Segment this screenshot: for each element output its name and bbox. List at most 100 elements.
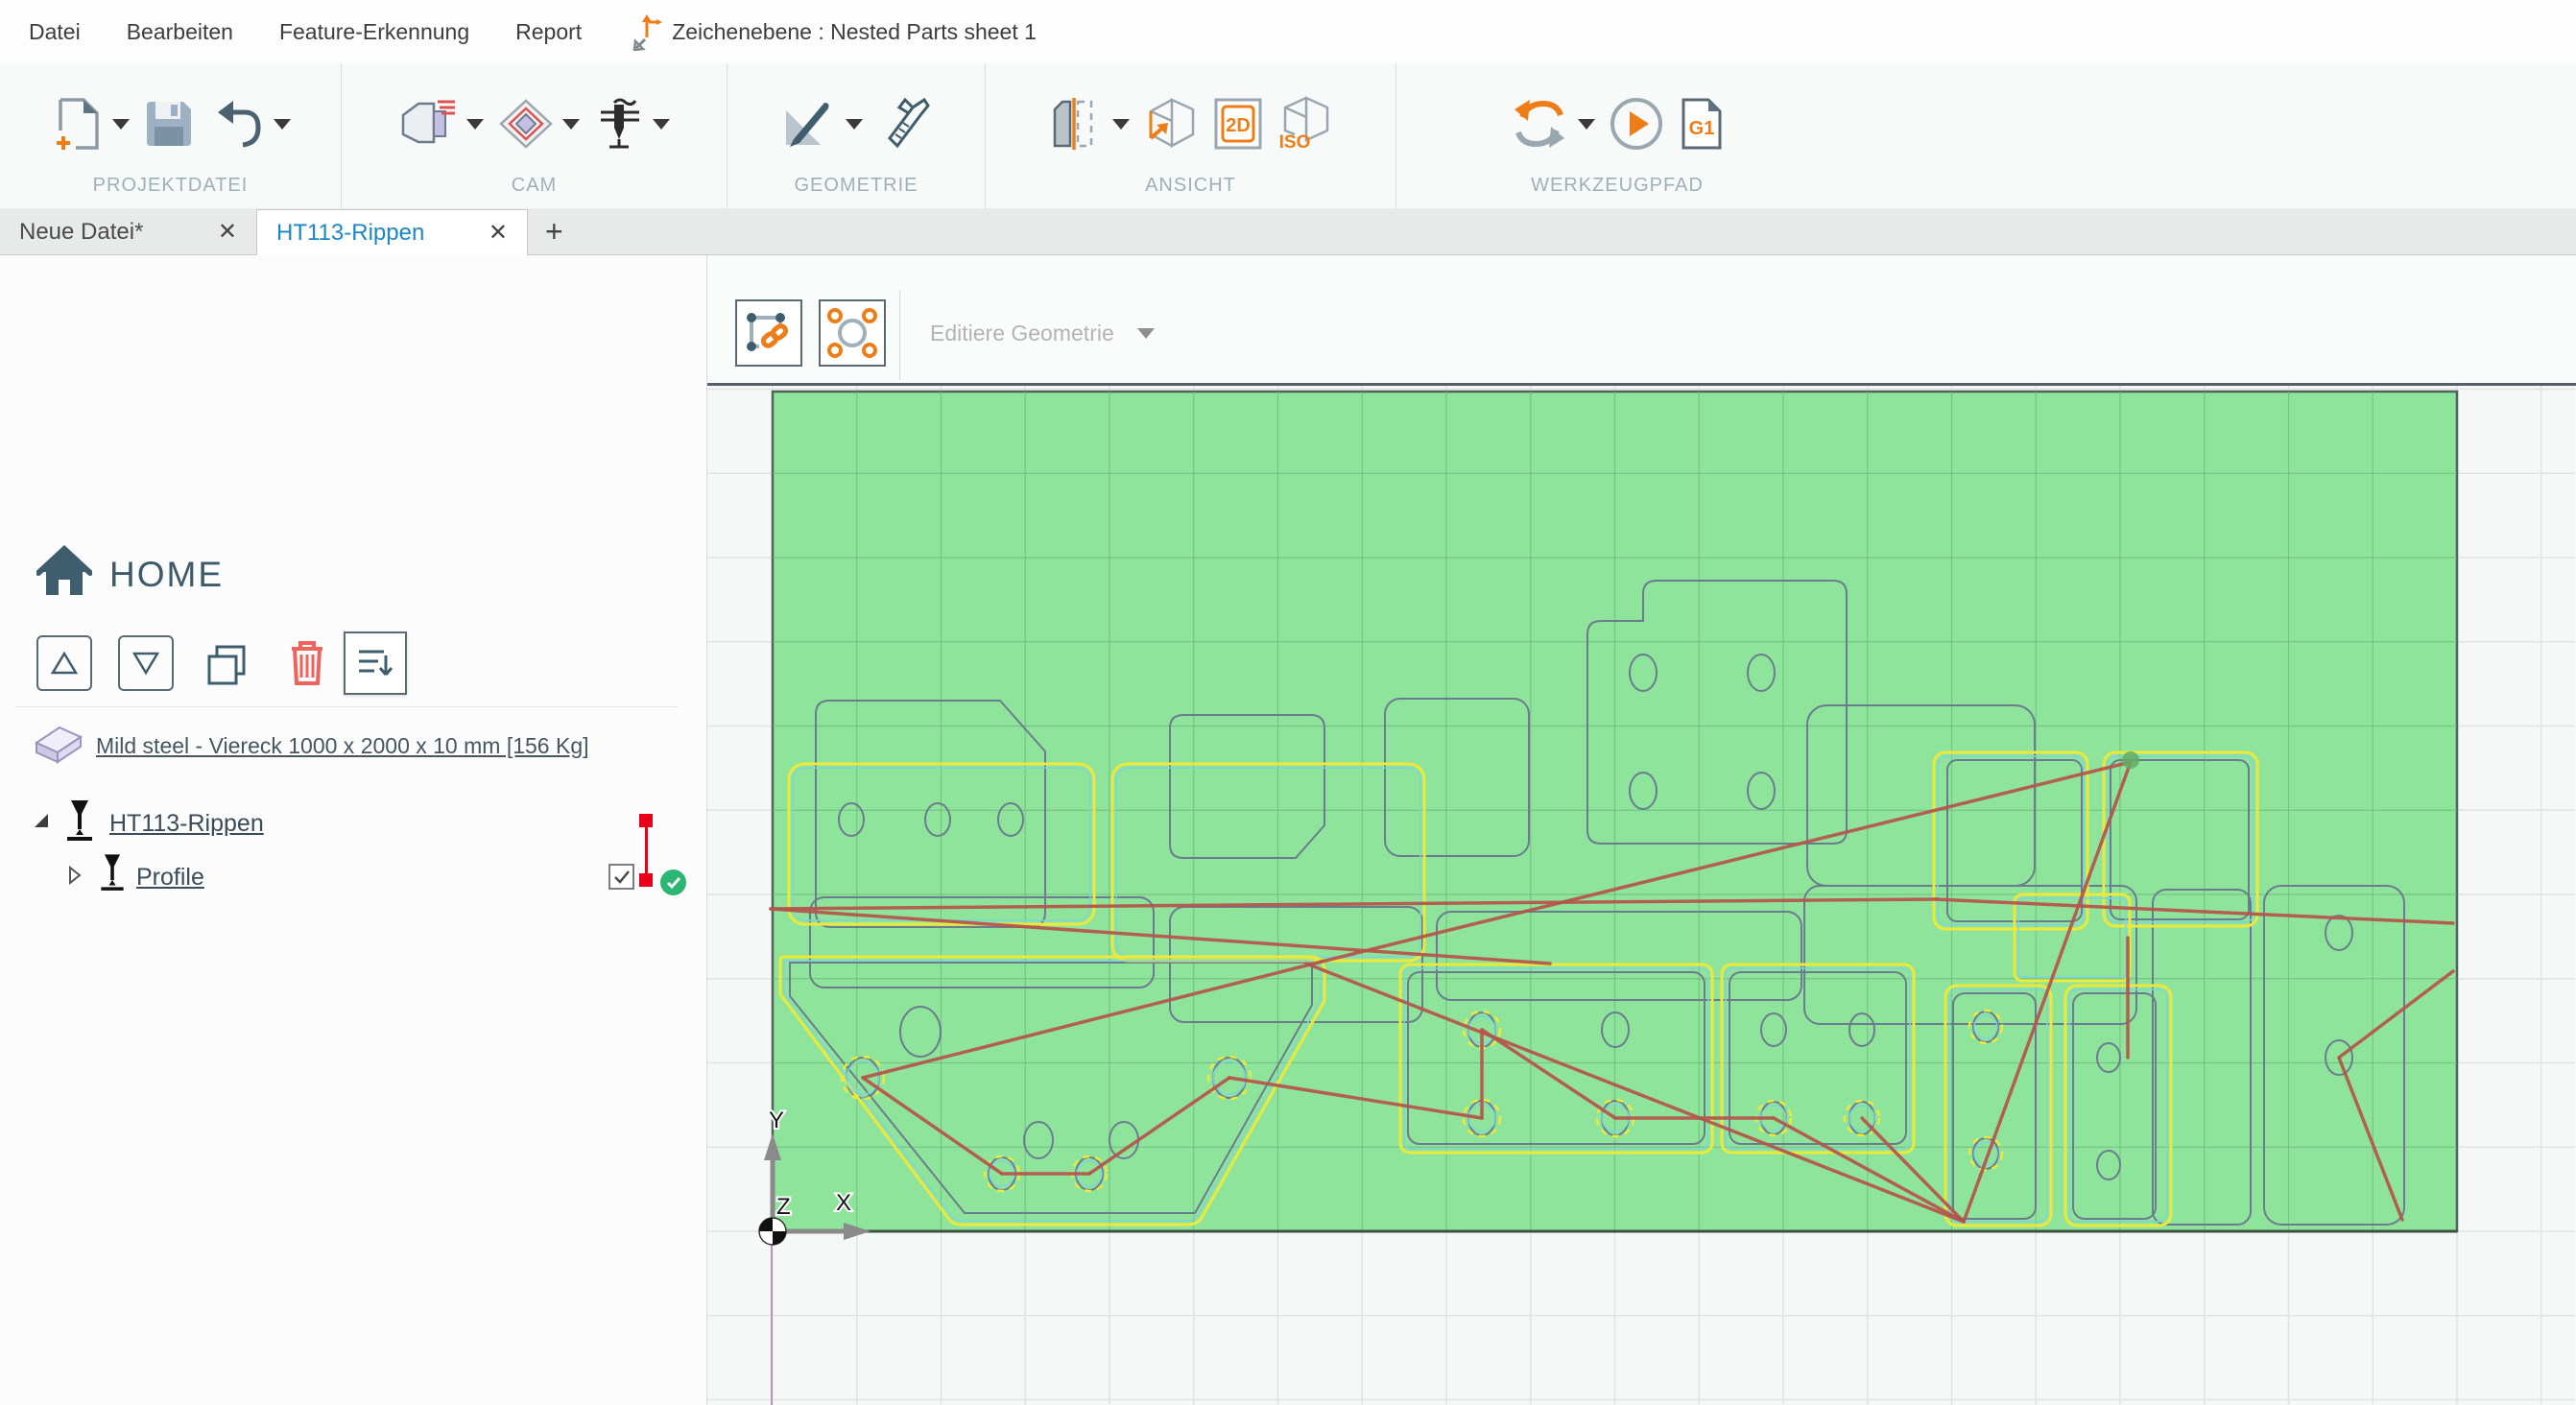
- new-file-caret[interactable]: [112, 119, 130, 130]
- cam-pocket-button[interactable]: [497, 97, 580, 151]
- undo-caret[interactable]: [274, 119, 291, 130]
- view-iso-button[interactable]: ISO: [1277, 96, 1333, 152]
- ribbon-group-label: WERKZEUGPFAD: [1396, 175, 1838, 208]
- measure-button[interactable]: [876, 96, 932, 152]
- origin-ball: [759, 1218, 786, 1245]
- draw-geometry-button[interactable]: [780, 97, 863, 151]
- undo-icon: [208, 97, 266, 151]
- profile-ok-badge: [660, 869, 686, 895]
- toolpath-marker-start[interactable]: [639, 814, 653, 827]
- cam-tool-button[interactable]: [593, 95, 670, 153]
- trash-icon: [286, 637, 328, 687]
- tab-neue-datei[interactable]: Neue Datei* ✕: [0, 209, 256, 254]
- toolbar-divider: [899, 290, 900, 380]
- menu-datei[interactable]: Datei: [29, 19, 104, 45]
- home-title: HOME: [109, 555, 224, 595]
- svg-text:G1: G1: [1689, 118, 1715, 139]
- toolpath-marker-end[interactable]: [639, 873, 653, 887]
- tab-label: Neue Datei*: [19, 219, 143, 246]
- tab-label: HT113-Rippen: [276, 220, 424, 247]
- cam-pocket-caret[interactable]: [562, 119, 580, 130]
- undo-button[interactable]: [208, 97, 291, 151]
- recalculate-icon: [1509, 96, 1570, 152]
- chain-geometry-button[interactable]: [735, 299, 802, 367]
- tree-collapse-icon[interactable]: [67, 866, 83, 885]
- plane-axis-icon: [632, 12, 664, 51]
- section-view-icon: [1049, 96, 1105, 152]
- recalculate-toolpath-button[interactable]: [1509, 96, 1595, 152]
- cam-machine-caret[interactable]: [466, 119, 484, 130]
- laser-head-icon: [96, 852, 129, 894]
- cam-tool-caret[interactable]: [653, 119, 670, 130]
- simulate-button[interactable]: [1609, 96, 1664, 152]
- draw-geometry-caret[interactable]: [846, 119, 863, 130]
- material-link[interactable]: Mild steel - Viereck 1000 x 2000 x 10 mm…: [96, 733, 589, 759]
- chain-link-icon: [744, 308, 794, 358]
- ribbon-group-label: GEOMETRIE: [727, 175, 985, 208]
- toolpath-marker-line: [645, 827, 648, 879]
- g1-file-icon: G1: [1678, 96, 1726, 152]
- plane-label: Zeichenebene : Nested Parts sheet 1: [672, 19, 1037, 45]
- cam-machine-button[interactable]: [399, 96, 484, 152]
- profile-visible-checkbox[interactable]: [608, 864, 634, 890]
- measure-caliper-icon: [876, 96, 932, 152]
- move-down-button[interactable]: [118, 635, 174, 691]
- laser-head-icon: [61, 798, 98, 845]
- tab-close-icon[interactable]: ✕: [189, 218, 237, 246]
- tab-ht113-rippen[interactable]: HT113-Rippen ✕: [256, 209, 528, 255]
- svg-text:ISO: ISO: [1278, 132, 1310, 152]
- view-2d-button[interactable]: 2D: [1212, 96, 1264, 152]
- menu-feature-erkennung[interactable]: Feature-Erkennung: [256, 19, 492, 45]
- tab-close-icon[interactable]: ✕: [460, 219, 508, 247]
- edit-geometry-dropdown[interactable]: Editiere Geometrie: [930, 321, 1155, 346]
- ribbon-group-label: CAM: [342, 175, 727, 208]
- tree-expand-icon[interactable]: [33, 812, 50, 829]
- ribbon-group-label: ANSICHT: [986, 175, 1395, 208]
- draw-geometry-icon: [780, 97, 838, 151]
- view-2d-icon: 2D: [1212, 96, 1264, 152]
- gcode-export-button[interactable]: G1: [1678, 96, 1726, 152]
- new-file-button[interactable]: [51, 94, 130, 154]
- play-icon: [1609, 96, 1664, 152]
- section-view-button[interactable]: [1049, 96, 1130, 152]
- drawing-plane-selector[interactable]: Zeichenebene : Nested Parts sheet 1: [632, 12, 1037, 51]
- view-orientation-button[interactable]: [1143, 96, 1199, 152]
- move-up-button[interactable]: [36, 635, 92, 691]
- section-view-caret[interactable]: [1112, 119, 1130, 130]
- sort-icon: [355, 644, 395, 682]
- new-tab-button[interactable]: +: [528, 209, 581, 254]
- delete-button[interactable]: [286, 637, 328, 692]
- menu-bar: Datei Bearbeiten Feature-Erkennung Repor…: [0, 0, 2576, 63]
- sort-operations-button[interactable]: [344, 631, 407, 695]
- menu-bearbeiten[interactable]: Bearbeiten: [104, 19, 256, 45]
- recalculate-caret[interactable]: [1578, 119, 1595, 130]
- cam-machine-icon: [399, 96, 459, 152]
- document-tabs: Neue Datei* ✕ HT113-Rippen ✕ +: [0, 209, 2576, 255]
- svg-text:2D: 2D: [1226, 115, 1251, 136]
- material-slab-icon: [27, 722, 86, 768]
- nesting-drawing[interactable]: YXZ: [707, 386, 2575, 1405]
- y-axis-label: Y: [769, 1107, 784, 1133]
- ribbon-group-ansicht: 2D ISO ANSICHT: [986, 63, 1396, 208]
- save-icon: [143, 98, 195, 150]
- chevron-down-icon: [1137, 328, 1155, 339]
- sidebar: HOME: [0, 255, 707, 1405]
- edit-geometry-label: Editiere Geometrie: [930, 321, 1114, 346]
- menu-report[interactable]: Report: [492, 19, 605, 45]
- toolpath-start-dot: [2122, 751, 2139, 769]
- z-axis-label: Z: [776, 1194, 791, 1220]
- cam-pocket-icon: [497, 97, 555, 151]
- ribbon-group-geometrie: GEOMETRIE: [727, 63, 986, 208]
- select-points-button[interactable]: [819, 299, 886, 367]
- tree-item-ht113-rippen[interactable]: HT113-Rippen: [109, 810, 264, 838]
- view-cube-arrow-icon: [1143, 96, 1199, 152]
- copy-icon: [203, 641, 250, 687]
- viewport-pane: Editiere Geometrie YXZ: [707, 255, 2576, 1405]
- view-iso-icon: ISO: [1277, 96, 1333, 152]
- save-button[interactable]: [143, 98, 195, 150]
- nesting-canvas[interactable]: YXZ: [707, 383, 2576, 1405]
- duplicate-button[interactable]: [203, 641, 250, 692]
- points-circle-icon: [827, 308, 877, 358]
- canvas-toolbar: Editiere Geometrie: [707, 255, 2576, 383]
- tree-item-profile[interactable]: Profile: [136, 864, 204, 892]
